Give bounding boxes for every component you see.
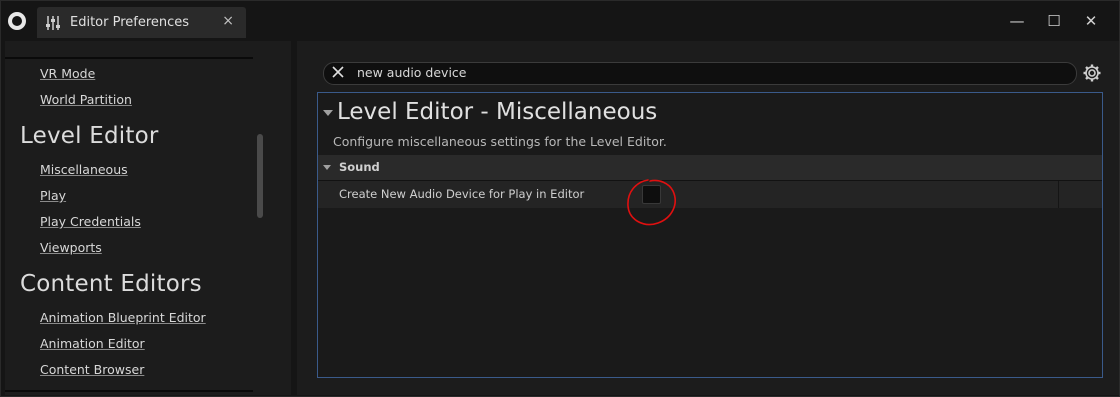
minimize-button[interactable]: — — [1005, 10, 1029, 32]
settings-panel: Level Editor - Miscellaneous Configure m… — [317, 92, 1103, 378]
sidebar-item-content-browser[interactable]: Content Browser — [40, 362, 144, 377]
sliders-icon — [46, 16, 60, 30]
editor-preferences-window: Editor Preferences × — ☐ ✕ VR Mode World… — [0, 0, 1120, 397]
sidebar-item-animation-blueprint-editor[interactable]: Animation Blueprint Editor — [40, 310, 206, 325]
panel-title: Level Editor - Miscellaneous — [337, 99, 658, 125]
sidebar-scrollbar[interactable] — [257, 134, 263, 218]
settings-sidebar: VR Mode World Partition Level Editor Mis… — [5, 41, 291, 395]
unreal-logo-icon — [8, 12, 26, 30]
tab-editor-preferences[interactable]: Editor Preferences × — [37, 7, 246, 38]
close-button[interactable]: ✕ — [1079, 10, 1103, 32]
clear-search-icon[interactable] — [331, 65, 345, 79]
search-value[interactable]: new audio device — [357, 65, 466, 80]
sidebar-item-miscellaneous[interactable]: Miscellaneous — [40, 162, 128, 177]
panel-description: Configure miscellaneous settings for the… — [333, 134, 667, 149]
sidebar-section-content-editors: Content Editors — [20, 271, 202, 297]
sidebar-item-viewports[interactable]: Viewports — [40, 240, 102, 255]
collapse-arrow-icon — [323, 165, 331, 170]
sidebar-item-vr-mode[interactable]: VR Mode — [40, 66, 95, 81]
sidebar-item-play-credentials[interactable]: Play Credentials — [40, 214, 141, 229]
collapse-arrow-icon[interactable] — [323, 110, 333, 116]
tab-close-icon[interactable]: × — [222, 13, 234, 29]
property-label: Create New Audio Device for Play in Edit… — [339, 187, 585, 201]
title-bar: Editor Preferences × — ☐ ✕ — [1, 1, 1119, 41]
gear-icon[interactable] — [1083, 64, 1101, 82]
sidebar-section-level-editor: Level Editor — [20, 123, 159, 149]
divider — [5, 390, 253, 392]
create-audio-device-checkbox[interactable] — [642, 185, 661, 204]
divider — [5, 57, 253, 59]
sidebar-item-play[interactable]: Play — [40, 188, 66, 203]
property-row: Create New Audio Device for Play in Edit… — [318, 180, 1102, 208]
sidebar-item-world-partition[interactable]: World Partition — [40, 92, 132, 107]
divider — [1058, 181, 1059, 208]
category-label: Sound — [339, 160, 380, 174]
settings-main: new audio device Level Editor - Miscella… — [297, 41, 1119, 395]
maximize-button[interactable]: ☐ — [1042, 10, 1066, 32]
search-input[interactable]: new audio device — [323, 62, 1077, 85]
category-header-sound[interactable]: Sound — [318, 155, 1102, 180]
sidebar-item-animation-editor[interactable]: Animation Editor — [40, 336, 145, 351]
tab-title: Editor Preferences — [70, 15, 190, 30]
